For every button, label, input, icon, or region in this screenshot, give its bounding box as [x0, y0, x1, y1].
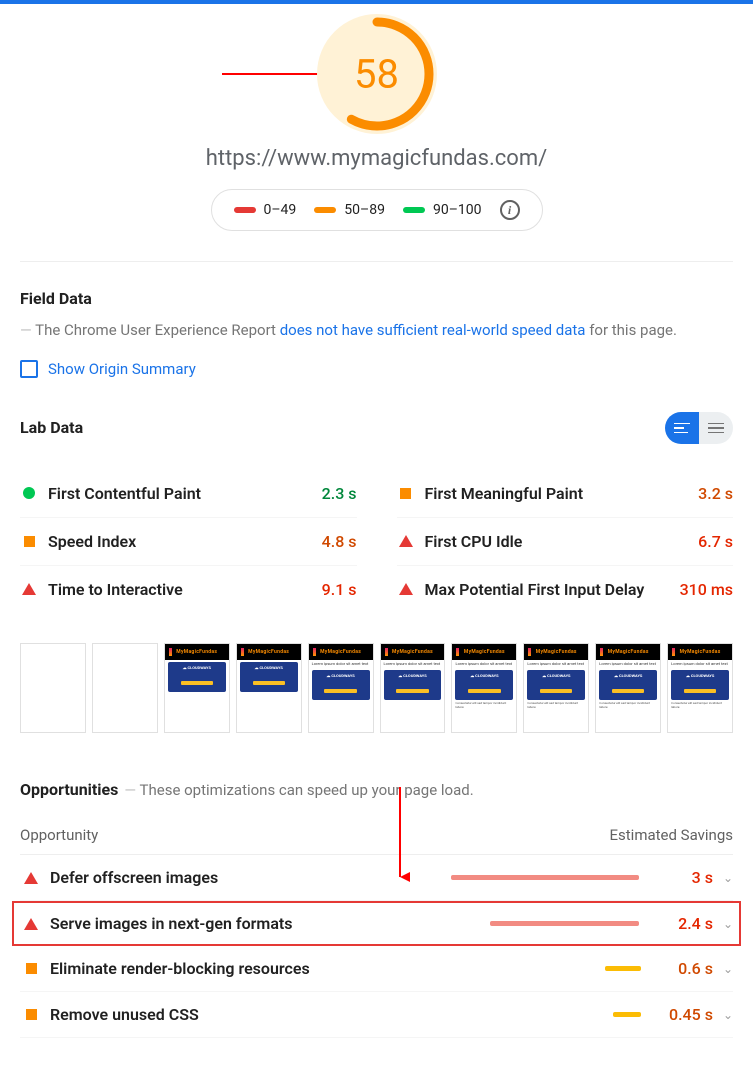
metric-row: First CPU Idle 6.7 s [397, 517, 734, 565]
score-value: 58 [354, 51, 399, 98]
align-left-icon [674, 423, 690, 433]
metric-value: 9.1 s [322, 580, 357, 599]
filmstrip-frame: MyMagicFundasLorem ipsum dolor sit amet … [523, 643, 589, 733]
metric-row: Time to Interactive 9.1 s [20, 565, 357, 613]
legend-poor: 0–49 [234, 202, 297, 218]
metric-row: Speed Index 4.8 s [20, 517, 357, 565]
score-gauge: 58 [317, 14, 437, 134]
tested-url: https://www.mymagicfundas.com/ [20, 146, 733, 171]
metric-label: Max Potential First Input Delay [425, 580, 680, 599]
lab-metrics: First Contentful Paint 2.3 s Speed Index… [20, 470, 733, 613]
opportunity-row[interactable]: Remove unused CSS 0.45 s ⌄ [20, 992, 733, 1038]
filmstrip-frame: MyMagicFundasLorem ipsum dolor sit amet … [667, 643, 733, 733]
chevron-down-icon: ⌄ [723, 1008, 733, 1022]
fail-icon [399, 583, 413, 595]
opportunities-section: Opportunities These optimizations can sp… [20, 777, 733, 1039]
legend-good-label: 90–100 [433, 202, 482, 218]
pass-icon [23, 487, 35, 499]
metric-row: First Meaningful Paint 3.2 s [397, 470, 734, 517]
metric-label: First CPU Idle [425, 532, 699, 551]
legend-poor-label: 0–49 [264, 202, 297, 218]
metric-value: 3.2 s [698, 484, 733, 503]
filmstrip-frame: MyMagicFundasLorem ipsum dolor sit amet … [595, 643, 661, 733]
metric-value: 2.3 s [322, 484, 357, 503]
legend-avg-label: 50–89 [344, 202, 385, 218]
metric-row: First Contentful Paint 2.3 s [20, 470, 357, 517]
field-data-link[interactable]: does not have sufficient real-world spee… [280, 321, 586, 339]
filmstrip-frame [92, 643, 158, 733]
savings-bar [490, 921, 639, 926]
filmstrip-frame [20, 643, 86, 733]
average-icon [24, 536, 35, 547]
legend-avg: 50–89 [314, 202, 385, 218]
col-opportunity: Opportunity [20, 826, 98, 844]
show-origin-label: Show Origin Summary [48, 360, 196, 378]
view-toggle [665, 412, 733, 444]
opportunity-value: 3 s [643, 868, 713, 887]
filmstrip-frame: MyMagicFundasLorem ipsum dolor sit amet … [451, 643, 517, 733]
lab-data-title: Lab Data [20, 418, 83, 437]
filmstrip-frame: MyMagicFundasLorem ipsum dolor sit amet … [380, 643, 446, 733]
average-icon [26, 963, 37, 974]
chevron-down-icon: ⌄ [723, 962, 733, 976]
field-data-desc: The Chrome User Experience Report does n… [20, 318, 677, 342]
opportunities-desc: These optimizations can speed up your pa… [124, 778, 473, 802]
savings-bar [451, 875, 638, 880]
metric-value: 6.7 s [698, 532, 733, 551]
opportunity-row[interactable]: Serve images in next-gen formats 2.4 s ⌄ [12, 901, 741, 946]
fail-icon [399, 535, 413, 547]
field-data-title: Field Data [20, 286, 92, 312]
savings-bar [605, 966, 641, 971]
field-data-section: Field Data The Chrome User Experience Re… [20, 286, 733, 342]
metric-label: First Contentful Paint [48, 484, 322, 503]
metric-value: 4.8 s [322, 532, 357, 551]
chevron-down-icon: ⌄ [723, 871, 733, 885]
opportunity-row[interactable]: Defer offscreen images 3 s ⌄ [20, 855, 733, 901]
fail-icon [22, 583, 36, 595]
metric-label: Time to Interactive [48, 580, 322, 599]
opportunities-title: Opportunities [20, 777, 118, 803]
filmstrip-frame: MyMagicFundas☁ CLOUDWAYS [236, 643, 302, 733]
filmstrip-frame: MyMagicFundasLorem ipsum dolor sit amet … [308, 643, 374, 733]
opportunity-value: 2.4 s [643, 914, 713, 933]
savings-bar [613, 1012, 641, 1017]
metric-value: 310 ms [680, 580, 733, 599]
field-data-pre: The Chrome User Experience Report [35, 321, 280, 339]
opportunity-value: 0.6 s [643, 959, 713, 978]
view-toggle-compact[interactable] [665, 412, 699, 444]
score-legend: 0–49 50–89 90–100 i [211, 189, 543, 231]
opportunity-label: Remove unused CSS [50, 1005, 430, 1024]
info-icon[interactable]: i [500, 200, 520, 220]
average-icon [400, 488, 411, 499]
annotation-arrow-2-icon [390, 785, 410, 885]
opportunity-label: Eliminate render-blocking resources [50, 959, 430, 978]
metric-label: Speed Index [48, 532, 322, 551]
show-origin-summary[interactable]: Show Origin Summary [20, 360, 733, 378]
opportunity-label: Defer offscreen images [50, 868, 430, 887]
score-section: 58 https://www.mymagicfundas.com/ 0–49 5… [20, 4, 733, 231]
legend-good: 90–100 [403, 202, 482, 218]
show-origin-checkbox[interactable] [20, 360, 38, 378]
menu-icon [708, 423, 724, 433]
metric-label: First Meaningful Paint [425, 484, 699, 503]
metric-row: Max Potential First Input Delay 310 ms [397, 565, 734, 613]
opportunity-value: 0.45 s [643, 1005, 713, 1024]
chevron-down-icon: ⌄ [723, 917, 733, 931]
divider [20, 261, 733, 262]
average-icon [26, 1009, 37, 1020]
opportunity-row[interactable]: Eliminate render-blocking resources 0.6 … [20, 946, 733, 992]
fail-icon [24, 872, 38, 884]
view-toggle-expanded[interactable] [699, 412, 733, 444]
fail-icon [24, 918, 38, 930]
col-savings: Estimated Savings [610, 826, 734, 844]
opportunity-label: Serve images in next-gen formats [50, 914, 430, 933]
filmstrip: MyMagicFundas☁ CLOUDWAYSMyMagicFundas☁ C… [20, 639, 733, 737]
filmstrip-frame: MyMagicFundas☁ CLOUDWAYS [164, 643, 230, 733]
field-data-post: for this page. [585, 321, 677, 339]
